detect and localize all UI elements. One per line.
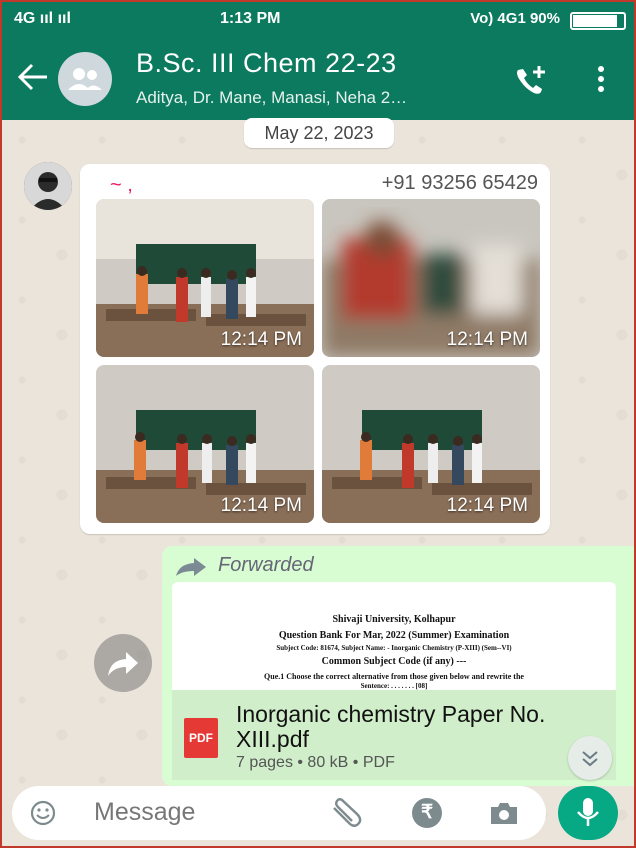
preview-line: Question Bank For Mar, 2022 (Summer) Exa… xyxy=(278,630,510,641)
photo-thumbnail[interactable]: 12:14 PM xyxy=(96,365,314,523)
battery-icon xyxy=(570,12,626,30)
back-arrow-icon[interactable] xyxy=(16,62,50,92)
incoming-message[interactable]: ~ , +91 93256 65429 12:14 PM 12:14 PM 12… xyxy=(80,164,550,534)
preview-line: Common Subject Code (if any) --- xyxy=(321,656,467,667)
preview-line: Subject Code: 81674, Subject Name: - Ino… xyxy=(276,644,512,652)
network-right: Vo) 4G1 90% xyxy=(470,10,560,27)
preview-line: Que.1 Choose the correct alternative fro… xyxy=(264,672,524,681)
attachment-icon[interactable] xyxy=(328,798,362,828)
camera-icon[interactable] xyxy=(488,800,520,826)
document-preview[interactable]: Shivaji University, Kolhapur Question Ba… xyxy=(172,582,616,690)
network-left: 4G ııl ııl xyxy=(14,10,71,27)
chat-header: B.Sc. III Chem 22-23 Aditya, Dr. Mane, M… xyxy=(2,36,634,120)
forward-button[interactable] xyxy=(94,634,152,692)
preview-line: Sentence: . . . . . . . [08] xyxy=(360,682,428,690)
sender-name[interactable]: ~ , xyxy=(110,174,133,197)
status-bar: 4G ııl ııl 1:13 PM Vo) 4G1 90% xyxy=(2,2,634,36)
forwarded-icon xyxy=(176,558,206,576)
message-composer[interactable]: Message ₹ xyxy=(12,786,546,840)
photo-time: 12:14 PM xyxy=(220,495,302,516)
group-members[interactable]: Aditya, Dr. Mane, Manasi, Neha 2… xyxy=(136,88,407,108)
sender-avatar[interactable] xyxy=(24,162,72,210)
photo-time: 12:14 PM xyxy=(446,495,528,516)
scroll-to-bottom-button[interactable] xyxy=(568,736,612,780)
forward-arrow-icon xyxy=(108,652,138,676)
forwarded-document-message[interactable]: Forwarded Shivaji University, Kolhapur Q… xyxy=(162,546,634,786)
voice-record-button[interactable] xyxy=(558,786,618,840)
document-meta: 7 pages • 80 kB • PDF xyxy=(236,754,395,771)
group-avatar[interactable] xyxy=(58,52,112,106)
payment-rupee-icon[interactable]: ₹ xyxy=(412,798,442,828)
battery-percent: 90% xyxy=(529,10,560,27)
photo-thumbnail[interactable]: 12:14 PM xyxy=(322,365,540,523)
document-name: Inorganic chemistry Paper No. XIII.pdf xyxy=(236,701,546,752)
more-options-icon[interactable] xyxy=(596,64,606,94)
preview-line: Shivaji University, Kolhapur xyxy=(332,614,456,625)
message-input[interactable]: Message xyxy=(94,798,195,827)
person-avatar-icon xyxy=(24,162,72,210)
group-title[interactable]: B.Sc. III Chem 22-23 xyxy=(136,48,397,79)
add-call-icon[interactable] xyxy=(512,64,548,98)
network-right-label: Vo) 4G1 xyxy=(470,10,526,27)
photo-thumbnail[interactable]: 12:14 PM xyxy=(96,199,314,357)
emoji-icon[interactable] xyxy=(30,800,56,826)
photo-time: 12:14 PM xyxy=(220,329,302,350)
photo-thumbnail[interactable]: 12:14 PM xyxy=(322,199,540,357)
group-people-icon xyxy=(68,68,102,90)
photo-time: 12:14 PM xyxy=(446,329,528,350)
microphone-icon xyxy=(577,798,599,826)
sender-phone[interactable]: +91 93256 65429 xyxy=(382,172,538,195)
status-time: 1:13 PM xyxy=(220,10,281,27)
date-chip: May 22, 2023 xyxy=(244,118,394,148)
document-info[interactable]: PDF Inorganic chemistry Paper No. XIII.p… xyxy=(172,690,616,780)
double-chevron-down-icon xyxy=(582,751,598,767)
pdf-file-icon: PDF xyxy=(184,718,218,758)
app-frame: 4G ııl ııl 1:13 PM Vo) 4G1 90% B.Sc. III… xyxy=(0,0,636,848)
forwarded-label: Forwarded xyxy=(218,554,314,576)
